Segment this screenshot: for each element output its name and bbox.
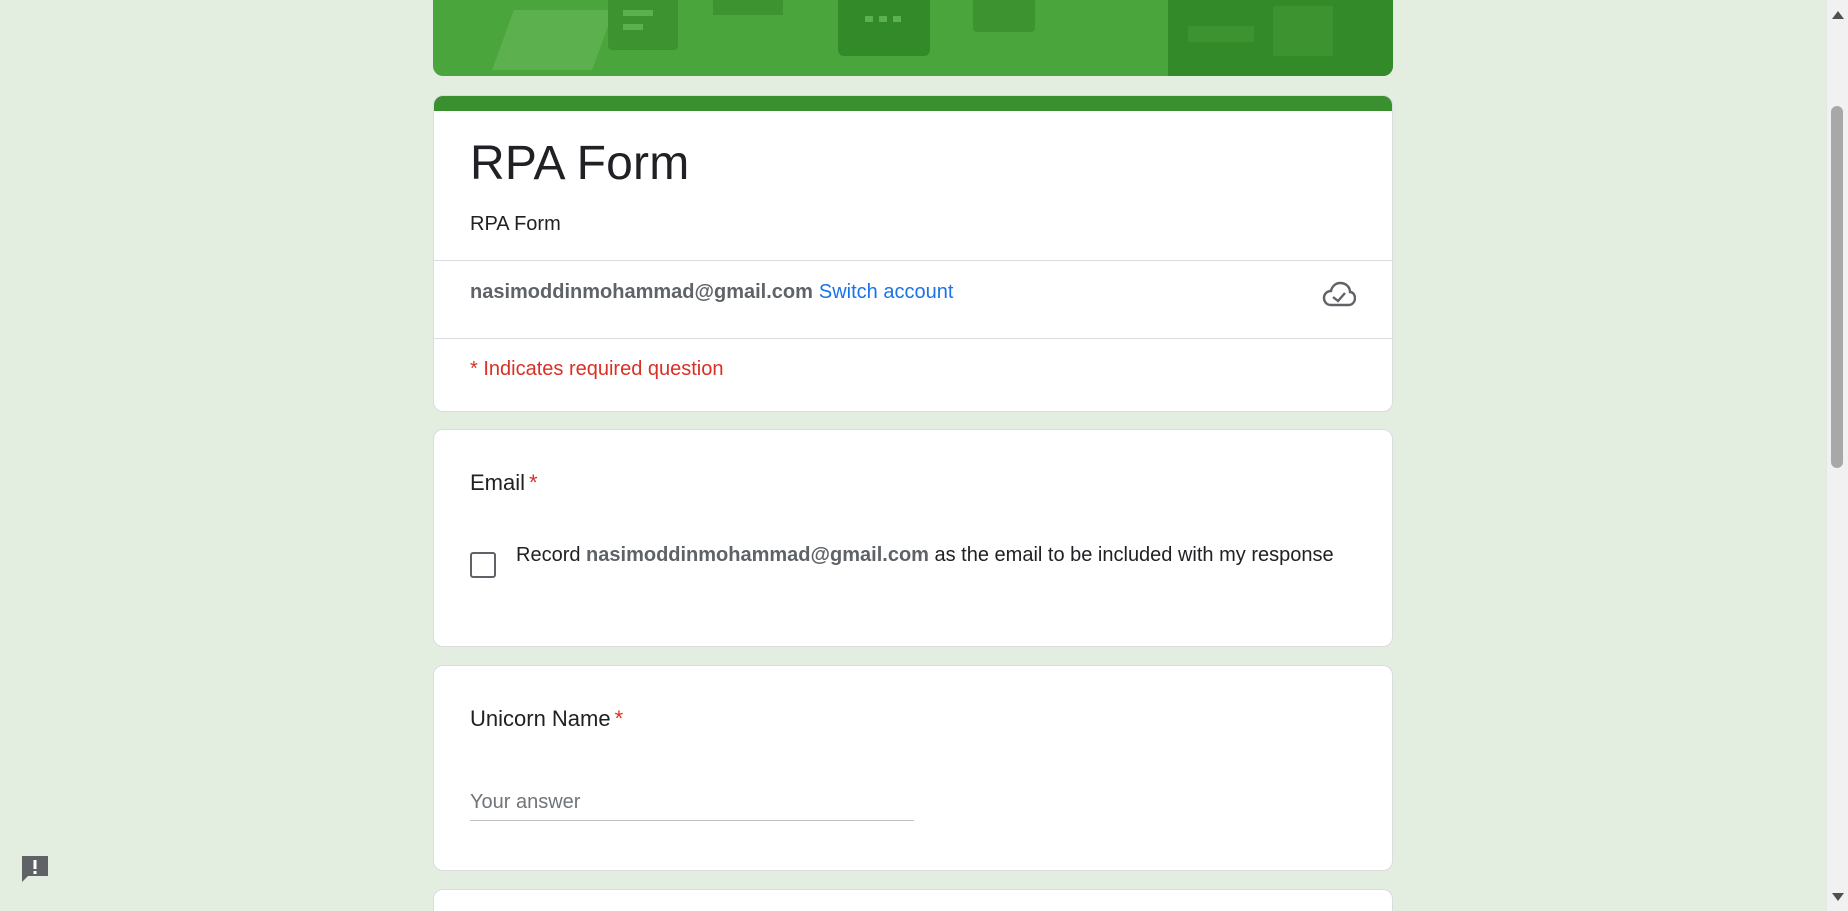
question-title-text: Email [470, 470, 526, 495]
required-question-note: * Indicates required question [470, 358, 724, 380]
record-email-label[interactable]: Record nasimoddinmohammad@gmail.com as t… [516, 540, 1336, 570]
form-header-card: RPA Form RPA Form nasimoddinmohammad@gma… [433, 95, 1393, 412]
question-card-next [433, 889, 1393, 911]
required-asterisk: * [529, 470, 538, 495]
page-viewport: RPA Form RPA Form nasimoddinmohammad@gma… [0, 0, 1827, 911]
switch-account-link[interactable]: Switch account [819, 281, 954, 303]
question-card-email: Email * Record nasimoddinmohammad@gmail.c… [433, 429, 1393, 647]
checkbox-label-email: nasimoddinmohammad@gmail.com [586, 544, 929, 566]
scrollbar-thumb[interactable] [1831, 106, 1843, 468]
form-title: RPA Form [470, 137, 690, 190]
report-issue-icon[interactable] [18, 852, 52, 886]
theme-accent-bar [434, 96, 1392, 111]
record-email-checkbox[interactable] [470, 552, 496, 578]
divider [434, 338, 1392, 339]
question-title-unicorn-name: Unicorn Name * [470, 706, 623, 732]
vertical-scrollbar[interactable] [1826, 0, 1848, 911]
account-email: nasimoddinmohammad@gmail.com [470, 281, 813, 303]
header-banner-image [433, 0, 1393, 76]
unicorn-name-input[interactable] [470, 784, 914, 821]
form-description: RPA Form [470, 213, 561, 235]
checkbox-label-prefix: Record [516, 544, 581, 566]
checkbox-label-suffix: as the email to be included with my resp… [934, 544, 1334, 566]
cloud-check-icon [1322, 281, 1356, 307]
scroll-down-arrow-icon[interactable] [1832, 893, 1844, 901]
scroll-up-arrow-icon[interactable] [1832, 11, 1844, 19]
account-row: nasimoddinmohammad@gmail.com Switch accou… [470, 281, 953, 304]
divider [434, 260, 1392, 261]
question-card-unicorn-name: Unicorn Name * [433, 665, 1393, 871]
question-title-email: Email * [470, 470, 538, 496]
required-asterisk: * [614, 706, 624, 731]
question-title-text: Unicorn Name [470, 706, 611, 731]
